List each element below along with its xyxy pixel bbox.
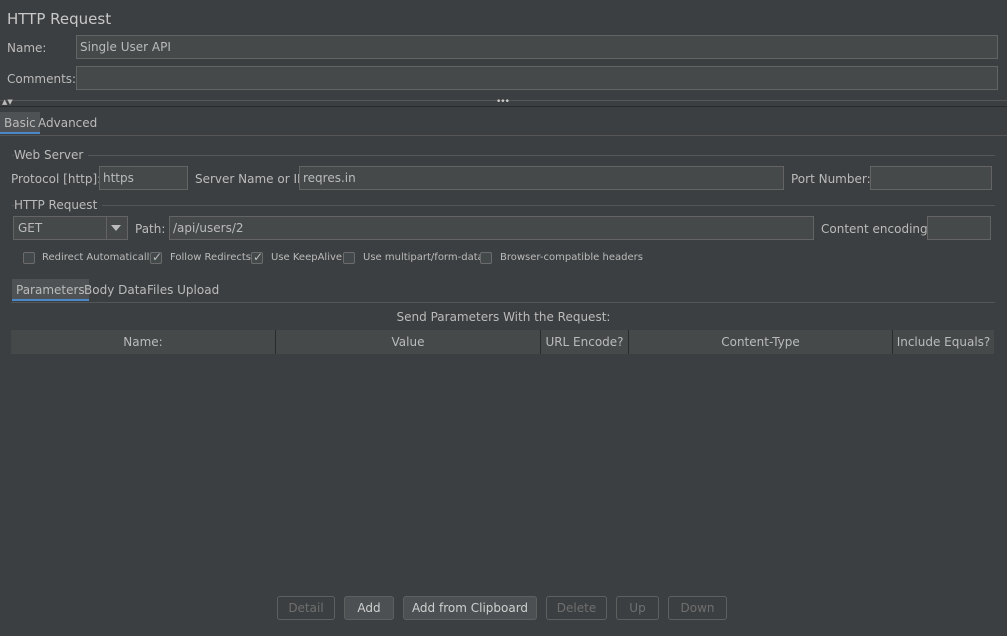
add-from-clipboard-button[interactable]: Add from Clipboard (403, 596, 537, 620)
collapse-arrows-icon[interactable]: ▲▼ (2, 98, 13, 106)
encoding-label: Content encoding: (821, 222, 932, 236)
path-label: Path: (135, 222, 166, 236)
chevron-down-icon (111, 225, 121, 231)
name-label: Name: (7, 41, 47, 55)
browser-compatible-headers-label: Browser-compatible headers (500, 252, 643, 263)
port-input[interactable] (870, 166, 992, 190)
delete-button[interactable]: Delete (546, 596, 607, 620)
path-input[interactable] (169, 216, 814, 240)
follow-redirects-checkbox[interactable]: ✓ (150, 250, 163, 264)
use-multipart-label: Use multipart/form-data (363, 252, 484, 263)
protocol-input[interactable] (99, 166, 188, 190)
server-label: Server Name or IP: (195, 172, 309, 186)
method-select[interactable]: GET (13, 216, 128, 240)
use-keepalive-label: Use KeepAlive (271, 252, 343, 263)
tab-advanced[interactable]: Advanced (34, 112, 101, 134)
check-icon: ✓ (152, 250, 163, 264)
method-select-divider (106, 217, 107, 239)
check-icon: ✓ (253, 250, 264, 264)
http-request-group-line (12, 205, 995, 206)
use-keepalive-checkbox[interactable]: ✓ (251, 250, 264, 264)
tabs-divider (0, 135, 1007, 136)
column-header-include-equals[interactable]: Include Equals? (893, 330, 994, 354)
detail-button[interactable]: Detail (277, 596, 335, 620)
browser-compatible-headers-checkbox[interactable] (480, 252, 492, 264)
redirect-automatically-label: Redirect Automatically (42, 252, 156, 263)
tab-body-data[interactable]: Body Data (80, 279, 151, 301)
column-header-url-encode[interactable]: URL Encode? (541, 330, 629, 354)
follow-redirects-label: Follow Redirects (170, 252, 251, 263)
tab-parameters[interactable]: Parameters (12, 279, 89, 301)
encoding-input[interactable] (927, 216, 991, 240)
name-input[interactable] (76, 35, 998, 59)
http-request-title: HTTP Request (14, 198, 103, 212)
column-header-content-type[interactable]: Content-Type (629, 330, 893, 354)
comments-input[interactable] (76, 66, 998, 90)
up-button[interactable]: Up (616, 596, 659, 620)
protocol-label: Protocol [http]: (11, 172, 102, 186)
use-multipart-checkbox[interactable] (343, 252, 355, 264)
add-button[interactable]: Add (344, 596, 394, 620)
method-value: GET (18, 221, 43, 235)
params-caption: Send Parameters With the Request: (396, 310, 611, 324)
redirect-automatically-checkbox[interactable] (23, 252, 35, 264)
splitter-handle-icon[interactable]: ••• (496, 97, 510, 107)
panel-title: HTTP Request (7, 10, 112, 28)
comments-label: Comments: (7, 72, 77, 86)
port-label: Port Number: (791, 172, 871, 186)
tab-files-upload[interactable]: Files Upload (143, 279, 223, 301)
server-input[interactable] (299, 166, 784, 190)
subtabs-divider (11, 302, 995, 303)
column-header-name[interactable]: Name: (11, 330, 276, 354)
web-server-group-line (12, 155, 995, 156)
down-button[interactable]: Down (668, 596, 727, 620)
web-server-title: Web Server (14, 148, 89, 162)
column-header-value[interactable]: Value (276, 330, 541, 354)
